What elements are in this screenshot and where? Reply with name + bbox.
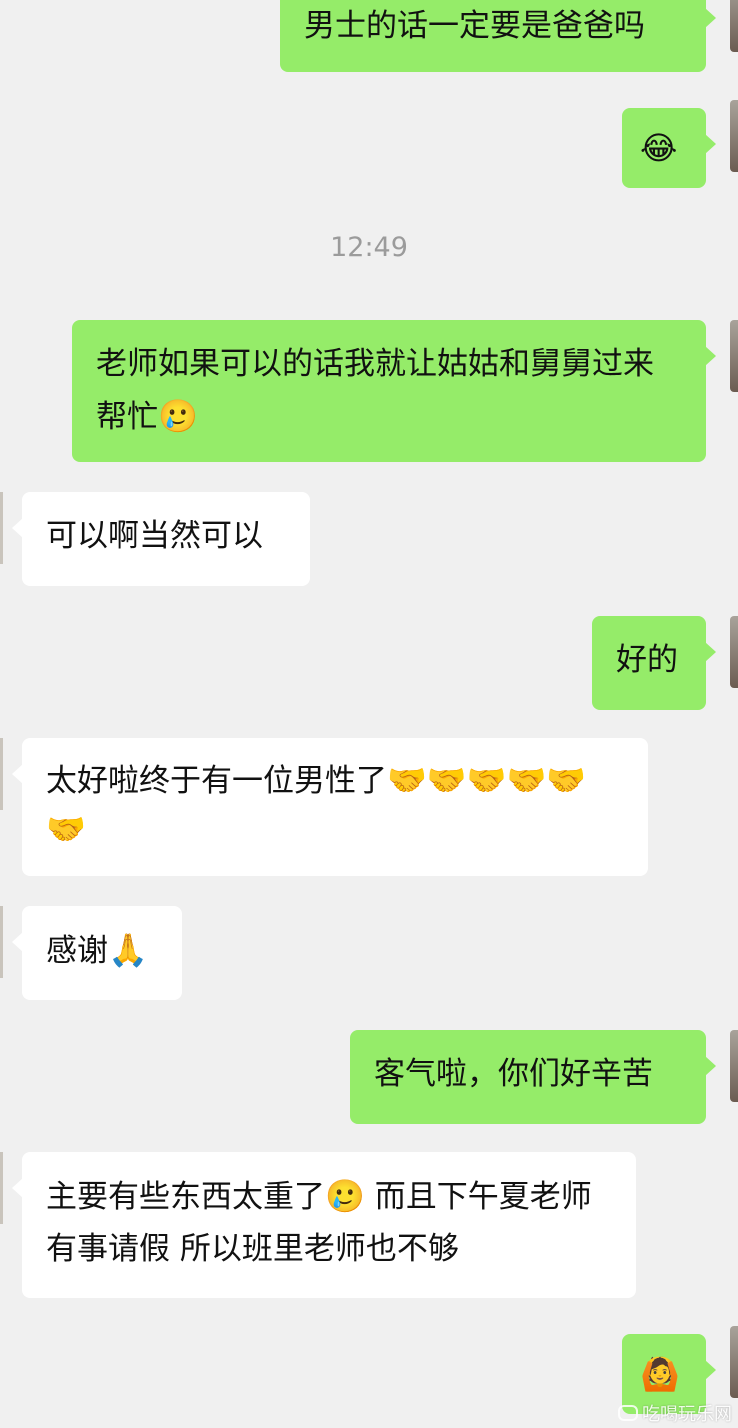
avatar[interactable] [730, 616, 738, 688]
avatar[interactable] [0, 492, 3, 564]
crying-emoji-icon: 🥲 [325, 1177, 365, 1215]
gesture-emoji-icon: 🙆 [640, 1355, 680, 1393]
laughing-emoji-icon: 😂 [640, 129, 678, 167]
message-bubble-outgoing[interactable]: 😂 [622, 108, 716, 188]
message-bubble-outgoing[interactable]: 老师如果可以的话我就让姑姑和舅舅过来帮忙🥲 [72, 320, 716, 462]
message-bubble-outgoing[interactable]: 客气啦，你们好辛苦 [350, 1030, 716, 1124]
avatar[interactable] [0, 1152, 3, 1224]
message-bubble-incoming[interactable]: 太好啦终于有一位男性了🤝🤝🤝🤝🤝🤝 [12, 738, 648, 876]
timestamp: 12:49 [330, 232, 408, 263]
watermark-text: 吃喝玩乐网 [642, 1404, 732, 1425]
avatar[interactable] [0, 738, 3, 810]
message-bubble-outgoing[interactable]: 好的 [592, 616, 716, 710]
chat-icon [618, 1405, 638, 1421]
message-bubble-incoming[interactable]: 主要有些东西太重了🥲 而且下午夏老师有事请假 所以班里老师也不够 [12, 1152, 636, 1298]
avatar[interactable] [0, 906, 3, 978]
message-text: 男士的话一定要是爸爸吗 [304, 8, 645, 44]
avatar[interactable] [730, 1326, 738, 1398]
message-text: 客气啦，你们好辛苦 [374, 1056, 653, 1092]
avatar[interactable] [730, 320, 738, 392]
message-text: 主要有些东西太重了 [46, 1179, 325, 1215]
avatar[interactable] [730, 100, 738, 172]
message-bubble-incoming[interactable]: 可以啊当然可以 [12, 492, 310, 586]
message-bubble-outgoing[interactable]: 男士的话一定要是爸爸吗 [280, 0, 716, 72]
watermark: 吃喝玩乐网 [618, 1400, 732, 1426]
message-bubble-incoming[interactable]: 感谢🙏 [12, 906, 182, 1000]
message-text: 好的 [616, 642, 678, 678]
avatar[interactable] [730, 1030, 738, 1102]
message-text: 太好啦终于有一位男性了 [46, 763, 387, 799]
pray-emoji-icon: 🙏 [108, 931, 148, 969]
avatar[interactable] [730, 0, 738, 52]
message-text: 感谢 [46, 933, 108, 969]
smiling-tear-emoji-icon: 🥲 [158, 397, 198, 435]
message-text: 可以啊当然可以 [46, 518, 263, 554]
